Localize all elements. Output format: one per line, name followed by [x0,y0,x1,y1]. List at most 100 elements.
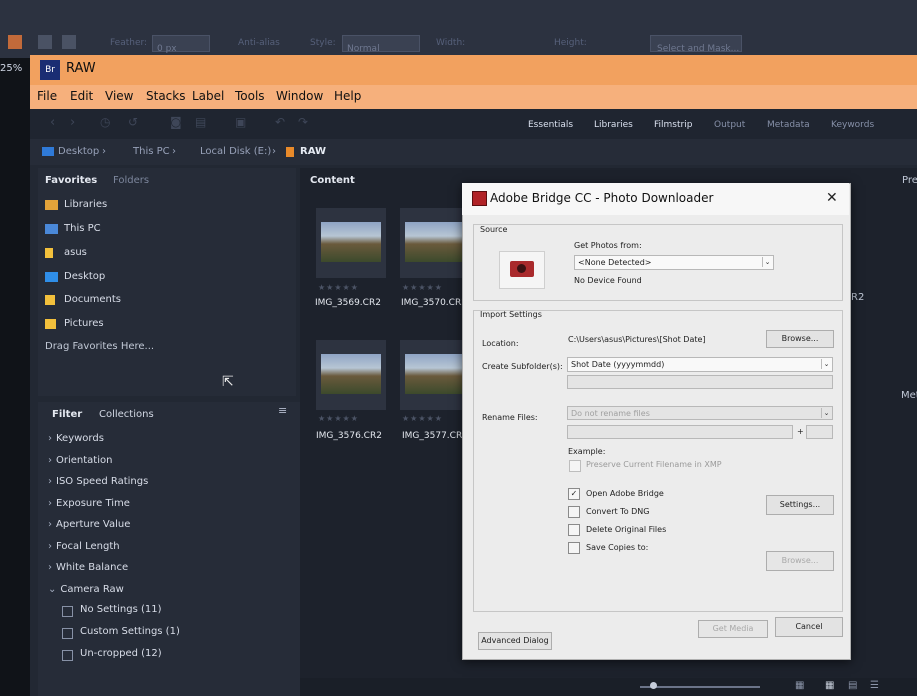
rating-stars[interactable]: ★★★★★ [402,283,443,292]
menu-help[interactable]: Help [334,89,361,103]
back-icon[interactable]: ‹ [50,115,55,130]
photo-image [405,222,465,262]
list-view-icon[interactable]: ☰ [870,680,879,691]
filter-camera-raw[interactable]: ⌄ Camera Raw [48,584,124,595]
slider-handle[interactable] [650,682,657,689]
filter-exposure[interactable]: › Exposure Time [48,498,130,509]
thumbnail[interactable] [400,340,470,410]
workspace-output[interactable]: Output [714,120,745,130]
menu-tools[interactable]: Tools [235,89,265,103]
breadcrumb-local-disk[interactable]: Local Disk (E:) [200,146,271,157]
filter-keywords[interactable]: › Keywords [48,433,104,444]
style-dropdown[interactable]: Normal [342,35,420,54]
advanced-dialog-button[interactable]: Advanced Dialog [478,632,552,650]
thumbnail-view-icon[interactable]: ▦ [825,680,834,691]
open-bridge-checkbox[interactable]: ✓ [568,488,580,500]
tab-collections[interactable]: Collections [99,409,154,420]
refine-icon[interactable]: ▤ [195,115,206,129]
favorite-asus[interactable]: asus [64,247,87,258]
camera-raw-option: Custom Settings (1) [80,626,180,637]
select-mask-button[interactable]: Select and Mask... [650,35,742,54]
convert-dng-label: Convert To DNG [586,507,650,516]
chevron-down-icon: ⌄ [762,257,772,267]
tab-filter[interactable]: Filter [52,409,82,420]
filter-focal-length[interactable]: › Focal Length [48,541,120,552]
location-label: Location: [482,339,519,348]
breadcrumb-this-pc[interactable]: This PC [133,146,170,157]
workspace-essentials[interactable]: Essentials [528,120,573,130]
close-icon[interactable]: ✕ [826,190,838,206]
custom-subfolder-field[interactable] [567,375,833,389]
rotate-right-icon[interactable]: ↷ [298,115,308,129]
menu-window[interactable]: Window [276,89,323,103]
favorite-desktop[interactable]: Desktop [64,271,105,282]
rename-value: Do not rename files [571,409,650,418]
tab-folders[interactable]: Folders [113,175,149,186]
filter-orientation[interactable]: › Orientation [48,455,112,466]
filter-aperture[interactable]: › Aperture Value [48,519,130,530]
workspace-filmstrip[interactable]: Filmstrip [654,120,692,130]
camera-download-icon[interactable]: ◙ [170,115,182,129]
thumbnail[interactable] [316,208,386,278]
workspace-libraries[interactable]: Libraries [594,120,633,130]
camera-raw-checkbox[interactable] [62,606,73,617]
save-copies-checkbox[interactable] [568,542,580,554]
menu-stacks[interactable]: Stacks [146,89,185,103]
marquee-tool-icon[interactable] [8,35,22,49]
new-selection-icon[interactable] [38,35,52,49]
menu-edit[interactable]: Edit [70,89,93,103]
rating-stars[interactable]: ★★★★★ [402,414,443,423]
thumbnail[interactable] [316,340,386,410]
menu-file[interactable]: File [37,89,57,103]
status-bar: ▦ ▦ ▤ ☰ [300,678,917,696]
recent-icon[interactable]: ◷ [100,115,110,129]
workspace-keywords[interactable]: Keywords [831,120,874,130]
camera-raw-checkbox[interactable] [62,650,73,661]
workspace-metadata[interactable]: Metadata [767,120,810,130]
add-selection-icon[interactable] [62,35,76,49]
thumbnail[interactable] [400,208,470,278]
source-dropdown[interactable]: <None Detected> ⌄ [574,255,774,270]
open-photoshop-icon[interactable]: ▣ [235,115,246,129]
filter-white-balance[interactable]: › White Balance [48,562,128,573]
browse-copies-button[interactable]: Browse... [766,551,834,571]
filter-label: Exposure Time [56,498,130,509]
feather-field[interactable]: 0 px [152,35,210,54]
camera-raw-checkbox[interactable] [62,628,73,639]
delete-originals-checkbox[interactable] [568,524,580,536]
settings-button[interactable]: Settings... [766,495,834,515]
sequence-field[interactable] [806,425,833,439]
forward-icon[interactable]: › [70,115,75,130]
details-view-icon[interactable]: ▤ [848,680,857,691]
rotate-left-icon[interactable]: ↶ [275,115,285,129]
rename-dropdown[interactable]: Do not rename files ⌄ [567,406,833,420]
favorite-pictures[interactable]: Pictures [64,318,104,329]
camera-raw-option: Un-cropped (12) [80,648,162,659]
breadcrumb-desktop[interactable]: Desktop [58,146,99,157]
return-icon[interactable]: ↺ [128,115,138,129]
rating-stars[interactable]: ★★★★★ [318,414,359,423]
get-media-button[interactable]: Get Media [698,620,768,638]
select-mask-label: Select and Mask... [657,44,740,54]
antialias-label[interactable]: Anti-alias [238,38,280,48]
menu-label[interactable]: Label [192,89,224,103]
rename-text-field[interactable] [567,425,793,439]
preserve-filename-checkbox[interactable] [569,460,581,472]
tab-favorites[interactable]: Favorites [45,175,97,186]
filter-iso[interactable]: › ISO Speed Ratings [48,476,148,487]
menu-view[interactable]: View [105,89,133,103]
favorite-this-pc[interactable]: This PC [64,223,101,234]
panel-menu-icon[interactable]: ≡ [278,404,287,417]
rating-stars[interactable]: ★★★★★ [318,283,359,292]
favorite-documents[interactable]: Documents [64,294,121,305]
subfolder-dropdown[interactable]: Shot Date (yyyymmdd) ⌄ [567,357,833,372]
breadcrumb-separator: › [272,146,276,157]
thumbnail-size-slider[interactable] [640,686,760,688]
browse-button[interactable]: Browse... [766,330,834,348]
breadcrumb-raw[interactable]: RAW [300,146,326,157]
grid-view-icon[interactable]: ▦ [795,680,804,691]
convert-dng-checkbox[interactable] [568,506,580,518]
favorite-libraries[interactable]: Libraries [64,199,107,210]
style-value: Normal [347,44,380,54]
cancel-button[interactable]: Cancel [775,617,843,637]
